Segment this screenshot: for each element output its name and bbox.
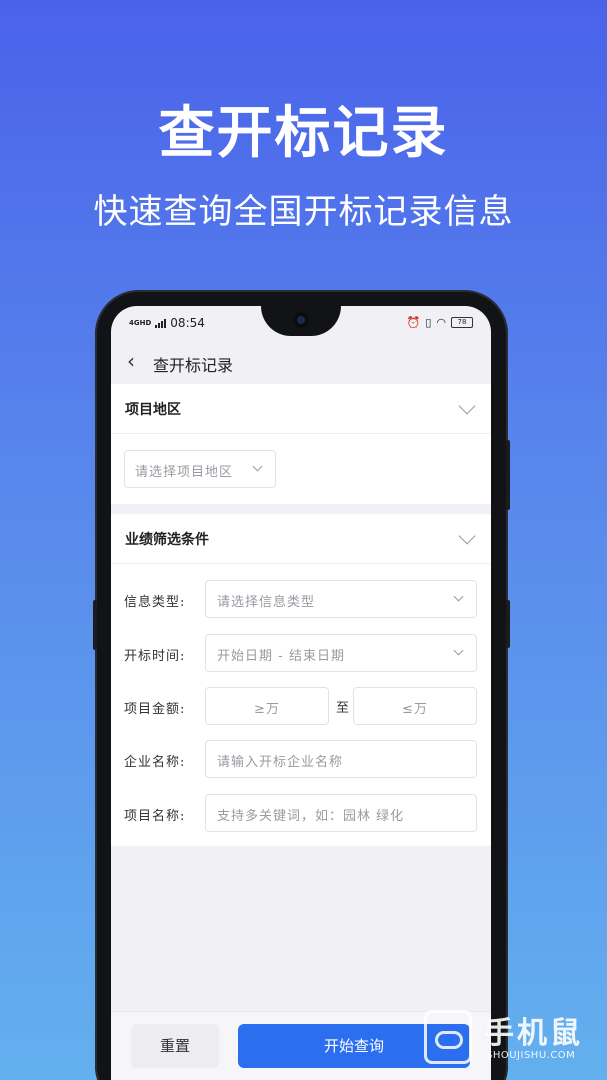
chevron-down-icon <box>458 527 476 545</box>
project-input[interactable]: 支持多关键词，如：园林 绿化 <box>205 794 477 832</box>
region-select-placeholder: 请选择项目地区 <box>135 465 234 480</box>
phone-screen: 4GHD 08:54 ⏰ ▯ ◠ 78 ‹ 查开标记录 项目地区 请选择项目地区 <box>111 306 491 1080</box>
bid-time-placeholder: 开始日期 - 结束日期 <box>217 649 345 664</box>
chevron-down-icon <box>458 397 476 415</box>
wifi-icon: ◠ <box>436 316 446 329</box>
reset-button[interactable]: 重置 <box>131 1024 219 1068</box>
network-type: 4GHD <box>129 318 152 327</box>
amount-min-placeholder: ≥万 <box>254 702 280 717</box>
info-type-select[interactable]: 请选择信息类型 <box>205 580 477 618</box>
alarm-icon: ⏰ <box>406 316 421 329</box>
cloud-icon <box>435 1031 463 1049</box>
region-section: 项目地区 请选择项目地区 <box>111 384 491 504</box>
project-row: 项目名称: 支持多关键词，如：园林 绿化 <box>111 794 491 832</box>
chevron-down-icon <box>252 461 263 472</box>
region-section-header[interactable]: 项目地区 <box>111 384 491 434</box>
promo-title: 查开标记录 <box>158 101 449 166</box>
company-input[interactable]: 请输入开标企业名称 <box>205 740 477 778</box>
region-section-title: 项目地区 <box>125 402 181 418</box>
nav-bar: ‹ 查开标记录 <box>111 340 491 384</box>
project-placeholder: 支持多关键词，如：园林 绿化 <box>217 809 405 824</box>
amount-label: 项目金额: <box>124 702 186 717</box>
filter-section: 业绩筛选条件 信息类型: 请选择信息类型 开标时间: 开始日期 - 结束日期 项… <box>111 514 491 846</box>
battery-icon: 78 <box>451 317 473 328</box>
promo-subtitle: 快速查询全国开标记录信息 <box>93 192 514 232</box>
info-type-label: 信息类型: <box>124 595 186 610</box>
watermark: 手机鼠 SHOUJISHU.COM <box>424 1006 594 1070</box>
filter-section-header[interactable]: 业绩筛选条件 <box>111 514 491 564</box>
vibrate-icon: ▯ <box>425 316 432 329</box>
company-label: 企业名称: <box>124 755 186 770</box>
amount-to-label: 至 <box>336 701 350 716</box>
info-type-row: 信息类型: 请选择信息类型 <box>111 580 491 618</box>
region-select[interactable]: 请选择项目地区 <box>124 450 276 488</box>
signal-icon <box>155 318 167 328</box>
nav-title: 查开标记录 <box>153 356 234 375</box>
amount-row: 项目金额: ≥万 至 ≤万 <box>111 687 491 725</box>
bid-time-row: 开标时间: 开始日期 - 结束日期 <box>111 634 491 672</box>
amount-max-placeholder: ≤万 <box>402 702 428 717</box>
bid-time-label: 开标时间: <box>124 649 186 664</box>
info-type-placeholder: 请选择信息类型 <box>217 595 316 610</box>
company-placeholder: 请输入开标企业名称 <box>217 755 344 770</box>
chevron-down-icon <box>453 591 464 602</box>
company-row: 企业名称: 请输入开标企业名称 <box>111 740 491 778</box>
status-time: 08:54 <box>170 316 205 330</box>
phone-power-button <box>93 600 97 650</box>
watermark-logo-icon <box>424 1010 472 1064</box>
watermark-name: 手机鼠 <box>484 1016 583 1051</box>
back-icon[interactable]: ‹ <box>127 351 141 371</box>
amount-min-input[interactable]: ≥万 <box>205 687 329 725</box>
project-label: 项目名称: <box>124 809 186 824</box>
filter-section-title: 业绩筛选条件 <box>125 532 209 548</box>
phone-side-button <box>506 600 510 648</box>
amount-max-input[interactable]: ≤万 <box>353 687 477 725</box>
chevron-down-icon <box>453 645 464 656</box>
bid-time-select[interactable]: 开始日期 - 结束日期 <box>205 634 477 672</box>
phone-volume-button <box>506 440 510 510</box>
watermark-url: SHOUJISHU.COM <box>486 1050 576 1061</box>
status-bar: 4GHD 08:54 ⏰ ▯ ◠ 78 <box>111 306 491 340</box>
